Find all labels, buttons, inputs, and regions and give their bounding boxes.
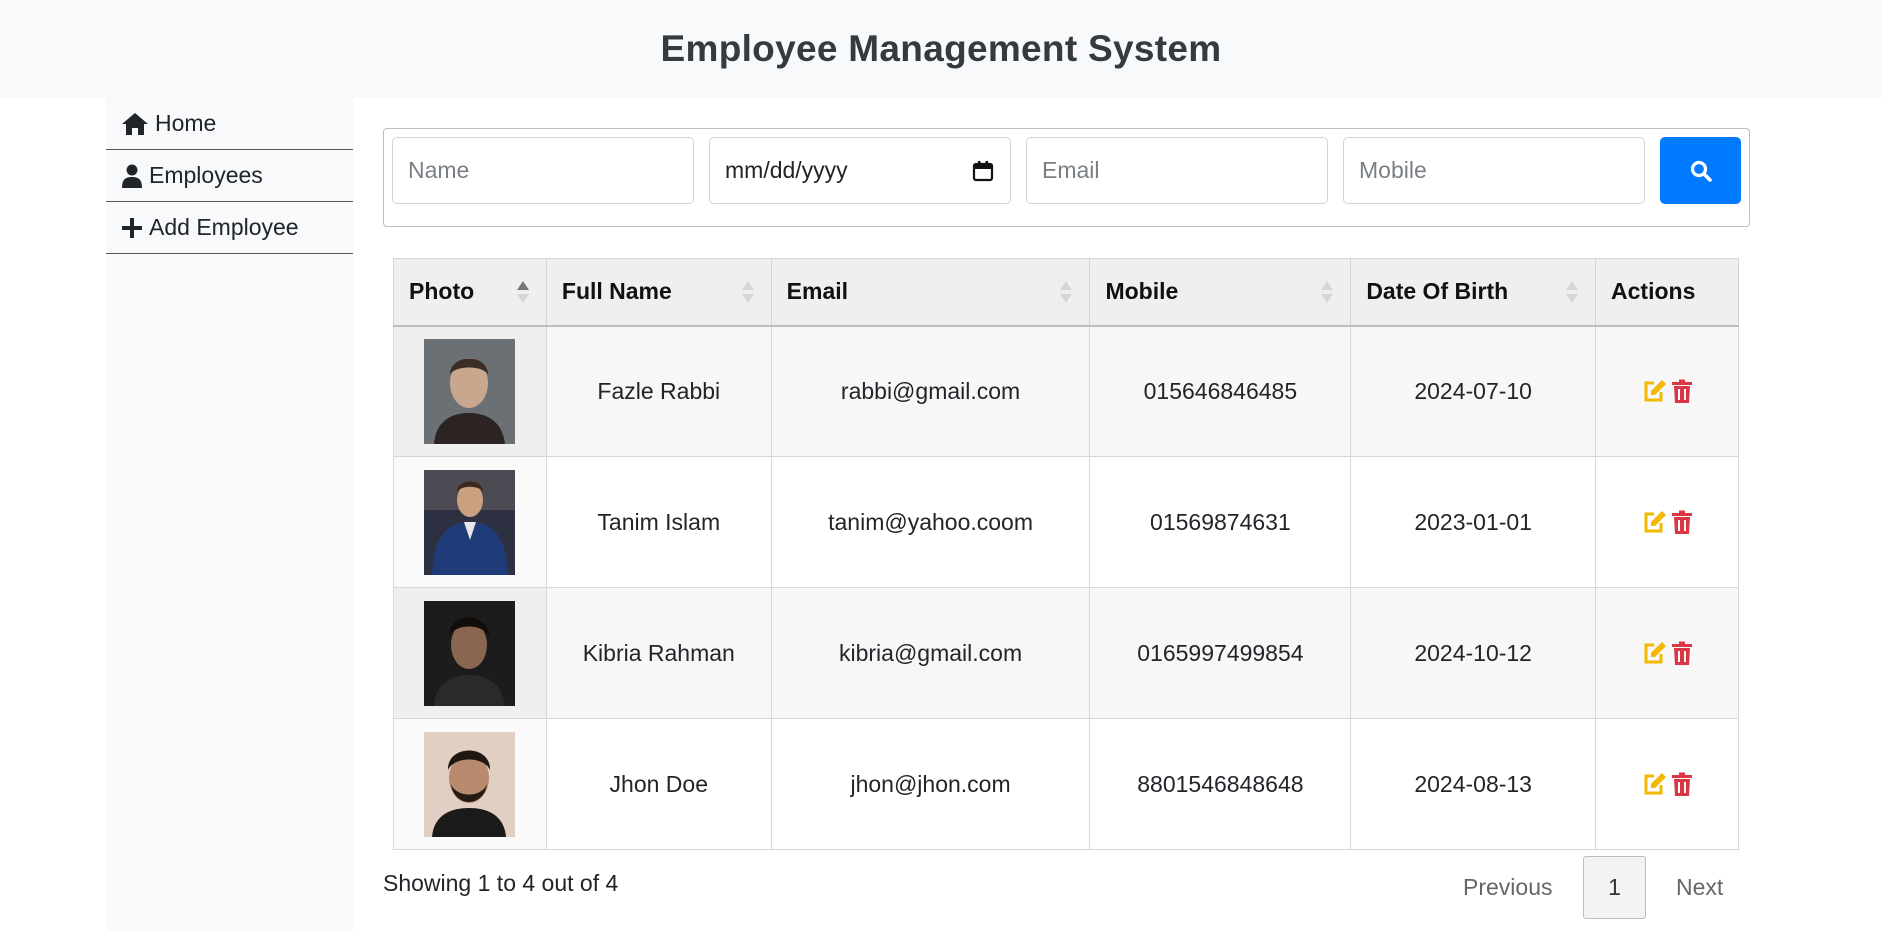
- next-page-button[interactable]: Next: [1676, 856, 1723, 919]
- sidebar-item-label: Add Employee: [149, 214, 299, 240]
- sort-icon: [1321, 281, 1334, 303]
- full-name-cell: Jhon Doe: [545, 718, 772, 850]
- edit-icon: [1644, 772, 1666, 794]
- mobile-cell: 01569874631: [1089, 456, 1352, 588]
- sidebar-item-home[interactable]: Home: [106, 98, 353, 150]
- photo-cell: [393, 587, 547, 719]
- column-header-photo[interactable]: Photo: [393, 258, 547, 327]
- search-button[interactable]: [1660, 137, 1741, 204]
- edit-icon: [1644, 510, 1666, 532]
- trash-icon: [1671, 641, 1692, 665]
- main-content: Name mm/dd/yyyy Email Mobile Photo Full …: [353, 98, 1882, 931]
- mobile-input[interactable]: Mobile: [1343, 137, 1645, 204]
- sidebar-item-employees[interactable]: Employees: [106, 150, 353, 202]
- actions-cell: [1595, 456, 1739, 588]
- date-of-birth-cell: 2023-01-01: [1350, 456, 1597, 588]
- sort-icon: [741, 281, 754, 303]
- calendar-icon[interactable]: [972, 160, 994, 182]
- mobile-cell: 8801546848648: [1089, 718, 1352, 850]
- trash-icon: [1671, 510, 1692, 534]
- mobile-cell: 0165997499854: [1089, 587, 1352, 719]
- email-input[interactable]: Email: [1026, 137, 1328, 204]
- sort-asc-icon: [516, 281, 529, 303]
- search-form: Name mm/dd/yyyy Email Mobile: [383, 128, 1750, 227]
- photo-cell: [393, 325, 547, 457]
- plus-icon: [122, 217, 142, 238]
- sort-icon: [1566, 281, 1579, 303]
- edit-button[interactable]: [1642, 379, 1667, 404]
- trash-icon: [1671, 772, 1692, 796]
- date-of-birth-cell: 2024-07-10: [1350, 325, 1597, 457]
- employee-photo: [424, 338, 516, 444]
- sidebar: Home Employees Add Employee: [106, 98, 353, 931]
- delete-button[interactable]: [1671, 772, 1693, 797]
- photo-cell: [393, 718, 547, 850]
- table-row: Tanim Islam tanim@yahoo.coom 01569874631…: [393, 456, 1739, 588]
- edit-button[interactable]: [1642, 772, 1667, 797]
- delete-button[interactable]: [1671, 510, 1693, 535]
- email-cell: tanim@yahoo.coom: [770, 456, 1091, 588]
- edit-button[interactable]: [1642, 510, 1667, 535]
- page-1-button[interactable]: 1: [1583, 856, 1646, 919]
- home-icon: [122, 112, 148, 135]
- column-header-mobile[interactable]: Mobile: [1089, 258, 1352, 327]
- edit-icon: [1644, 379, 1666, 402]
- email-cell: rabbi@gmail.com: [770, 325, 1091, 457]
- email-cell: kibria@gmail.com: [770, 587, 1091, 719]
- sidebar-item-add-employee[interactable]: Add Employee: [106, 202, 353, 254]
- page-title: Employee Management System: [660, 28, 1222, 69]
- pagination-info: Showing 1 to 4 out of 4: [383, 870, 619, 896]
- mobile-cell: 015646846485: [1089, 325, 1352, 457]
- date-of-birth-cell: 2024-10-12: [1350, 587, 1597, 719]
- actions-cell: [1595, 325, 1739, 457]
- column-header-full-name[interactable]: Full Name: [545, 258, 772, 327]
- full-name-cell: Fazle Rabbi: [545, 325, 772, 457]
- sort-icon: [1060, 281, 1073, 303]
- table-row: Jhon Doe jhon@jhon.com 8801546848648 202…: [393, 718, 1739, 850]
- edit-icon: [1644, 641, 1666, 663]
- sidebar-item-label: Home: [155, 110, 217, 136]
- sidebar-item-label: Employees: [149, 162, 263, 188]
- name-input[interactable]: Name: [392, 137, 694, 204]
- table-row: Kibria Rahman kibria@gmail.com 016599749…: [393, 587, 1739, 719]
- previous-page-button[interactable]: Previous: [1463, 856, 1552, 919]
- search-icon: [1690, 160, 1712, 182]
- table-row: Fazle Rabbi rabbi@gmail.com 015646846485…: [393, 325, 1739, 457]
- column-header-date-of-birth[interactable]: Date Of Birth: [1350, 258, 1597, 327]
- photo-cell: [393, 456, 547, 588]
- date-of-birth-input[interactable]: mm/dd/yyyy: [709, 137, 1011, 204]
- edit-button[interactable]: [1642, 641, 1667, 666]
- date-of-birth-cell: 2024-08-13: [1350, 718, 1597, 850]
- app-header: Employee Management System: [0, 0, 1882, 98]
- full-name-cell: Kibria Rahman: [545, 587, 772, 719]
- delete-button[interactable]: [1671, 641, 1693, 666]
- actions-cell: [1595, 718, 1739, 850]
- user-icon: [122, 164, 142, 188]
- email-cell: jhon@jhon.com: [770, 718, 1091, 850]
- full-name-cell: Tanim Islam: [545, 456, 772, 588]
- actions-cell: [1595, 587, 1739, 719]
- trash-icon: [1671, 379, 1692, 403]
- employee-photo: [424, 731, 516, 837]
- delete-button[interactable]: [1671, 379, 1693, 404]
- employee-photo: [424, 600, 516, 706]
- employees-table: Photo Full Name Email Mobile Date Of Bir…: [393, 258, 1739, 850]
- employee-photo: [424, 469, 516, 575]
- column-header-email[interactable]: Email: [770, 258, 1091, 327]
- table-header-row: Photo Full Name Email Mobile Date Of Bir…: [393, 258, 1739, 327]
- column-header-actions: Actions: [1595, 258, 1739, 327]
